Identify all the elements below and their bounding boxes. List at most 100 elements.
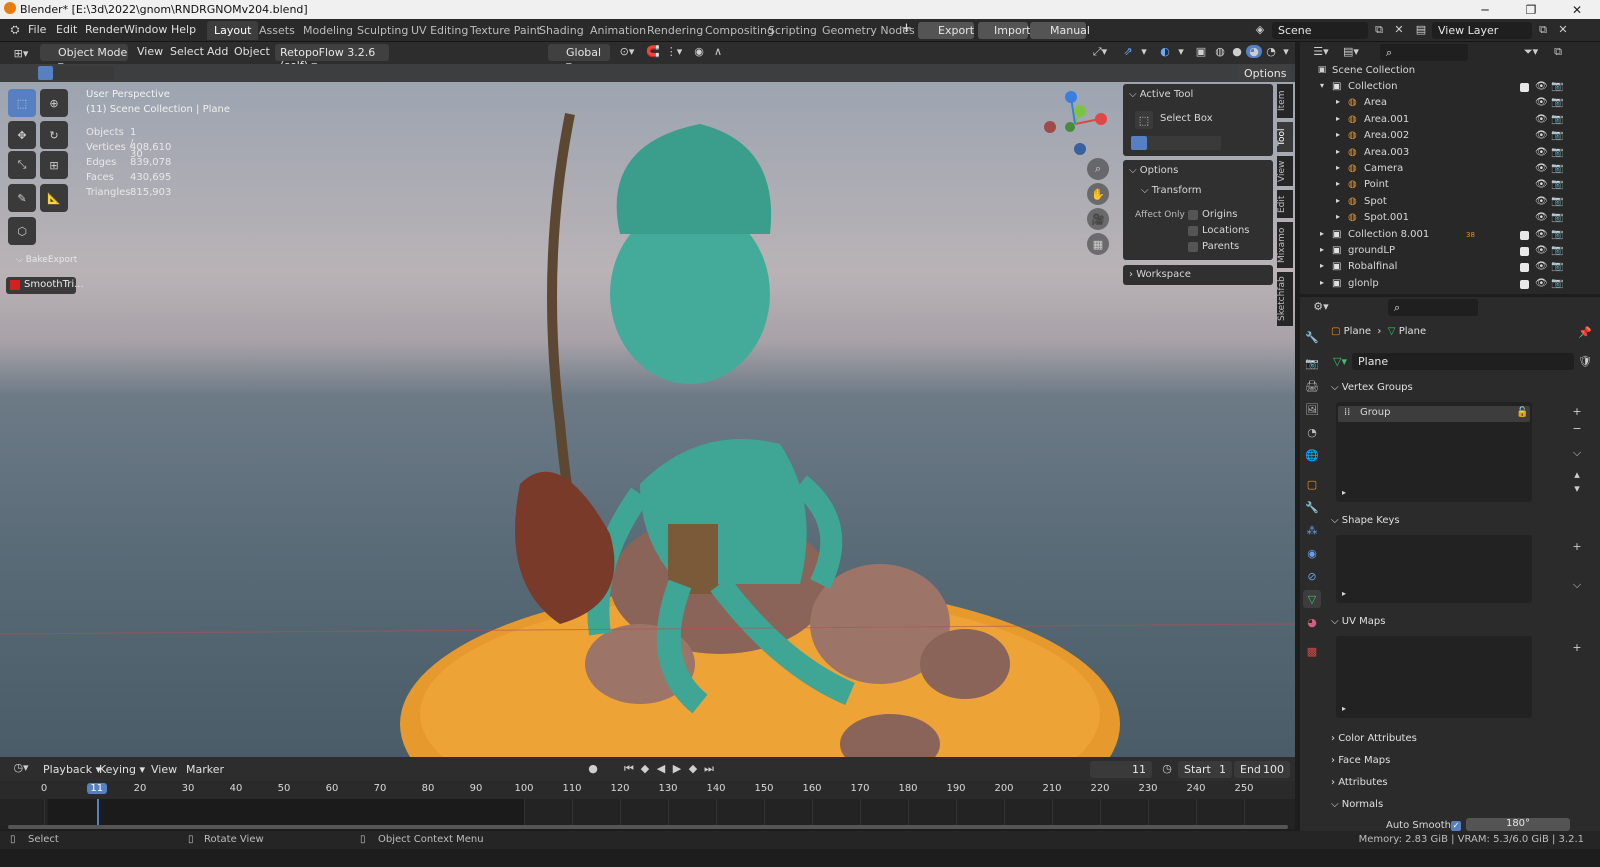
minimize-button[interactable]: ─ <box>1462 0 1508 19</box>
add-workspace-icon[interactable]: + <box>901 21 912 36</box>
visibility-eye-icon[interactable]: 👁 <box>1535 179 1548 190</box>
gizmo-dropdown-icon[interactable]: ▾ <box>1138 45 1150 58</box>
export-button[interactable]: Export <box>918 22 974 39</box>
new-collection-icon[interactable]: ⧉ <box>1550 45 1566 59</box>
pan-hand-icon[interactable]: ✋ <box>1087 183 1109 205</box>
disclosure-icon[interactable]: ▸ <box>1336 196 1340 205</box>
timeline-ruler[interactable]: 0 11 20 30 40 50 60 70 80 90 100 110 120 130 140 150 160… <box>0 781 1295 799</box>
exclude-checkbox[interactable] <box>1520 263 1529 273</box>
delete-view-layer-icon[interactable]: ✕ <box>1556 23 1570 36</box>
manual-button[interactable]: Manual <box>1030 22 1090 39</box>
render-camera-icon[interactable]: 📷 <box>1551 196 1563 207</box>
visibility-eye-icon[interactable]: 👁 <box>1535 130 1548 141</box>
render-camera-icon[interactable]: 📷 <box>1551 261 1563 272</box>
physics-tab-icon[interactable]: ◉ <box>1303 544 1321 562</box>
shading-dropdown-icon[interactable]: ▾ <box>1280 45 1292 58</box>
render-camera-icon[interactable]: 📷 <box>1551 179 1563 190</box>
rotate-tool[interactable]: ↻ <box>40 121 68 149</box>
attributes-header[interactable]: › Attributes <box>1331 777 1388 788</box>
normals-header[interactable]: ⌵ Normals <box>1331 799 1383 810</box>
visibility-eye-icon[interactable]: 👁 <box>1535 261 1548 272</box>
move-down-icon[interactable]: ▾ <box>1570 482 1584 495</box>
mesh-data-tab-icon[interactable]: ▽ <box>1303 590 1321 608</box>
sidetab-mixamo[interactable]: Mixamo <box>1277 222 1293 268</box>
import-button[interactable]: Import <box>978 22 1031 39</box>
lock-icon[interactable]: 🔓 <box>1516 407 1528 418</box>
bake-export-header[interactable]: ⌵ BakeExport <box>16 255 77 265</box>
jump-end-icon[interactable]: ⏭ <box>702 762 716 776</box>
rendered-shading-icon[interactable]: ◔ <box>1263 45 1279 58</box>
add-uv-map-icon[interactable]: + <box>1570 641 1584 654</box>
annotate-tool[interactable]: ✎ <box>8 184 36 212</box>
properties-editor-type-icon[interactable]: ⚙▾ <box>1310 300 1332 313</box>
mode-dropdown[interactable]: Object Mode ▾ <box>40 44 128 72</box>
vertex-group-specials-icon[interactable]: ⌵ <box>1570 446 1584 460</box>
smooth-tri-button[interactable]: SmoothTri... <box>6 277 84 294</box>
exclude-checkbox[interactable] <box>1520 247 1529 256</box>
move-up-icon[interactable]: ▴ <box>1570 468 1584 481</box>
move-tool[interactable]: ✥ <box>8 121 36 149</box>
menu-view[interactable]: View <box>137 45 163 58</box>
disclosure-icon[interactable]: ▸ <box>1320 261 1324 270</box>
outliner-row[interactable]: ▸ ◍ Camera 👁 📷 <box>1300 162 1600 178</box>
uv-map-list[interactable]: ▸ <box>1336 636 1532 718</box>
shape-key-list[interactable]: ▸ <box>1336 535 1532 603</box>
render-camera-icon[interactable]: 📷 <box>1551 147 1563 158</box>
outliner-row[interactable]: ▸ ◍ Point 👁 📷 <box>1300 178 1600 194</box>
maximize-button[interactable]: ❐ <box>1508 0 1554 19</box>
filter-icon[interactable]: ⏷▾ <box>1520 45 1542 59</box>
auto-smooth-angle-field[interactable]: 180° <box>1466 818 1570 831</box>
disclosure-icon[interactable]: ▸ <box>1336 97 1340 106</box>
outliner-row[interactable]: ▸ ▣ Collection 8.001 38 👁 📷 <box>1300 228 1600 244</box>
particles-tab-icon[interactable]: ⁂ <box>1303 521 1321 539</box>
close-button[interactable]: ✕ <box>1554 0 1600 19</box>
active-tool-header[interactable]: ⌵ Active Tool <box>1129 89 1193 100</box>
modifier-tab-icon[interactable]: 🔧 <box>1303 498 1321 516</box>
menu-edit[interactable]: Edit <box>56 23 77 36</box>
jump-start-icon[interactable]: ⏮ <box>622 762 636 776</box>
mesh-name-field[interactable]: Plane <box>1352 353 1574 370</box>
color-attributes-header[interactable]: › Color Attributes <box>1331 733 1417 744</box>
new-scene-icon[interactable]: ⧉ <box>1372 23 1386 37</box>
vertex-group-list[interactable]: ⁞⁞ Group 🔓 ▸ <box>1336 402 1532 502</box>
snap-target-icon[interactable]: ⋮▾ <box>662 45 686 58</box>
view-layer-browse-icon[interactable]: ▤ <box>1410 23 1432 36</box>
disclosure-icon[interactable]: ▸ <box>1336 147 1340 156</box>
workspace-panel[interactable]: › Workspace <box>1123 265 1273 285</box>
timeline-scrollbar[interactable] <box>8 825 1288 829</box>
visibility-eye-icon[interactable]: 👁 <box>1535 147 1548 158</box>
remove-vertex-group-icon[interactable]: − <box>1570 422 1584 435</box>
menu-help[interactable]: Help <box>171 23 196 36</box>
outliner-row[interactable]: ▸ ▣ glonlp 👁 📷 <box>1300 277 1600 293</box>
disclosure-icon[interactable]: ▸ <box>1320 245 1324 254</box>
vertex-groups-header[interactable]: ⌵ Vertex Groups <box>1331 382 1413 393</box>
outliner-row[interactable]: ▸ ▣ groundLP 👁 📷 <box>1300 244 1600 260</box>
blender-menu-icon[interactable]: ⛭ <box>8 23 22 37</box>
menu-timeline-view[interactable]: View <box>151 763 177 776</box>
solid-shading-icon[interactable]: ● <box>1229 45 1245 58</box>
material-shading-icon[interactable]: ◕ <box>1246 45 1262 58</box>
exclude-checkbox[interactable] <box>1520 230 1529 240</box>
select-box-tool[interactable]: ⬚ <box>8 89 36 117</box>
proportional-falloff-icon[interactable]: ∧ <box>708 45 728 58</box>
play-icon[interactable]: ▶ <box>670 762 684 775</box>
jump-keyframe-forward-icon[interactable]: ◆ <box>686 762 700 775</box>
transform-tool[interactable]: ⊞ <box>40 151 68 179</box>
3d-viewport[interactable]: Options ▾ ⬚ ⊕ ✥ ↻ ⤡ ⊞ ✎ 📐 ⬡ ⌵ BakeExport… <box>0 64 1295 757</box>
outliner-row[interactable]: ▸ ◍ Area 👁 📷 <box>1300 96 1600 112</box>
record-icon[interactable]: ● <box>586 762 600 775</box>
vertex-group-item[interactable]: ⁞⁞ Group 🔓 <box>1338 406 1530 422</box>
add-cube-tool[interactable]: ⬡ <box>8 217 36 245</box>
view-object-types-icon[interactable]: ⤢▾ <box>1088 45 1112 59</box>
origins-checkbox[interactable] <box>1188 210 1198 220</box>
disclosure-icon[interactable]: ▸ <box>1320 278 1324 287</box>
outliner-row[interactable]: ▸ ◍ Area.003 👁 📷 <box>1300 146 1600 162</box>
menu-playback[interactable]: Playback ▾ <box>43 763 101 776</box>
constraints-tab-icon[interactable]: ⊘ <box>1303 567 1321 585</box>
outliner-search-input[interactable]: ⌕ <box>1380 44 1468 61</box>
snap-toggle-icon[interactable]: 🧲 <box>645 45 661 58</box>
menu-render[interactable]: Render <box>85 23 124 36</box>
transform-orientation-dropdown[interactable]: Global ▾ <box>548 44 610 72</box>
jump-keyframe-back-icon[interactable]: ◆ <box>638 762 652 775</box>
retopoflow-menu[interactable]: RetopoFlow 3.2.6 (self) ▾ <box>275 44 389 72</box>
